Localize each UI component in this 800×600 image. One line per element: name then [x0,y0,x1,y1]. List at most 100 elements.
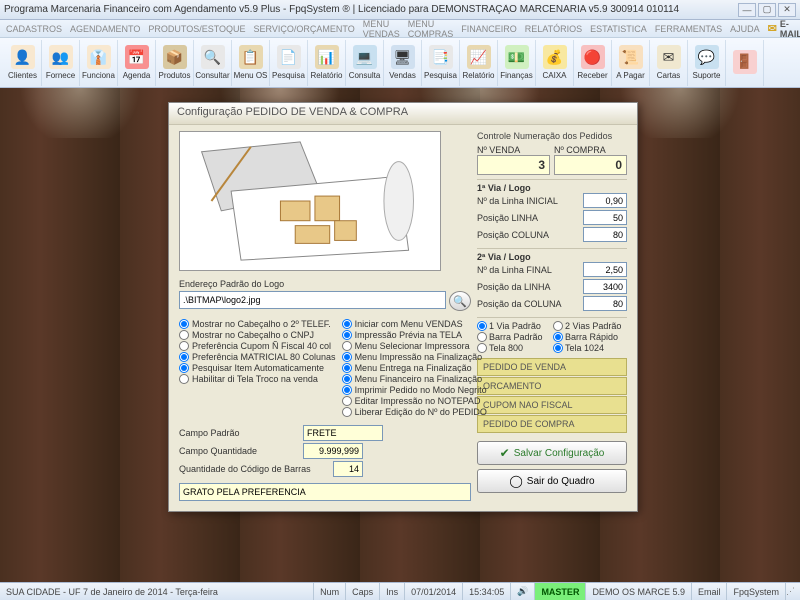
layout-radio[interactable]: Tela 800 [477,343,551,353]
config-dialog: Configuração PEDIDO DE VENDA & COMPRA Co… [168,102,638,512]
menu-item[interactable]: PRODUTOS/ESTOQUE [148,24,245,34]
menu-item[interactable]: FERRAMENTAS [655,24,722,34]
layout-radio[interactable]: Barra Rápido [553,332,627,342]
menu-item[interactable]: CADASTROS [6,24,62,34]
menu-item[interactable]: FINANCEIRO [461,24,517,34]
produtos-icon: 📦 [163,45,187,69]
toolbar-a pagar[interactable]: 📜A Pagar [612,40,650,86]
footer-text-input[interactable] [179,483,471,501]
clientes-icon: 👤 [11,45,35,69]
status-demo: DEMO OS MARCE 5.9 [586,583,692,600]
option-check[interactable]: Liberar Edição do Nº do PEDIDO [342,407,487,417]
toolbar-exit[interactable]: 🚪 [726,40,764,86]
option-check[interactable]: Mostrar no Cabeçalho o 2º TELEF. [179,319,336,329]
menu-item[interactable]: ESTATISTICA [590,24,647,34]
menu-item[interactable]: AJUDA [730,24,760,34]
option-check[interactable]: Preferência MATRICIAL 80 Colunas [179,352,336,362]
toolbar-relatório[interactable]: 📈Relatório [460,40,498,86]
layout-radio[interactable]: Tela 1024 [553,343,627,353]
via2-label: 2ª Via / Logo [477,252,627,262]
caixa-icon: 💰 [543,45,567,69]
menu-item[interactable]: RELATÓRIOS [525,24,582,34]
toolbar-produtos[interactable]: 📦Produtos [156,40,194,86]
campo-qtd-input[interactable] [303,443,363,459]
toolbar-finanças[interactable]: 💵Finanças [498,40,536,86]
toolbar-suporte[interactable]: 💬Suporte [688,40,726,86]
cartas-icon: ✉ [657,45,681,69]
option-check[interactable]: Menu Selecionar Impressora [342,341,487,351]
option-check[interactable]: Impressão Prévia na TELA [342,330,487,340]
via2-field: Nº da Linha FINAL [477,262,627,277]
doc-type-box[interactable]: ORCAMENTO [477,377,627,395]
agenda-icon: 📅 [125,45,149,69]
fornece-icon: 👥 [49,45,73,69]
toolbar-funciona[interactable]: 👔Funciona [80,40,118,86]
via2-input[interactable] [583,279,627,294]
toolbar-caixa[interactable]: 💰CAIXA [536,40,574,86]
layout-radio[interactable]: 1 Via Padrão [477,321,551,331]
toolbar-pesquisa[interactable]: 📄Pesquisa [270,40,308,86]
toolbar-clientes[interactable]: 👤Clientes [4,40,42,86]
minimize-button[interactable]: — [738,3,756,17]
dialog-title: Configuração PEDIDO DE VENDA & COMPRA [169,103,637,125]
status-fpq: FpqSystem [727,583,786,600]
close-button[interactable]: ✕ [778,3,796,17]
browse-logo-button[interactable]: 🔍 [449,291,471,311]
via2-input[interactable] [583,296,627,311]
menu-item[interactable]: SERVIÇO/ORÇAMENTO [254,24,355,34]
menu-item[interactable]: AGENDAMENTO [70,24,140,34]
doc-type-box[interactable]: CUPOM NAO FISCAL [477,396,627,414]
menu-item[interactable]: MENU VENDAS [363,19,400,39]
toolbar-relatório[interactable]: 📊Relatório [308,40,346,86]
layout-radio[interactable]: 2 Vias Padrão [553,321,627,331]
via1-input[interactable] [583,193,627,208]
layout-radio[interactable]: Barra Padrão [477,332,551,342]
via1-input[interactable] [583,210,627,225]
email-menu[interactable]: E-MAIL [768,19,800,39]
main-toolbar: 👤Clientes👥Fornece👔Funciona📅Agenda📦Produt… [0,38,800,88]
barcode-qty-input[interactable] [333,461,363,477]
option-check[interactable]: Iniciar com Menu VENDAS [342,319,487,329]
exit-button[interactable]: Sair do Quadro [477,469,627,493]
via1-field: Nº da Linha INICIAL [477,193,627,208]
menu-item[interactable]: MENU COMPRAS [408,19,454,39]
toolbar-menu os[interactable]: 📋Menu OS [232,40,270,86]
option-check[interactable]: Menu Impressão na Finalização [342,352,487,362]
exit-icon: 🚪 [733,50,757,74]
status-master: MASTER [535,583,586,600]
option-check[interactable]: Habilitar di Tela Troco na venda [179,374,336,384]
toolbar-consulta[interactable]: 💻Consulta [346,40,384,86]
option-check[interactable]: Mostrar no Cabeçalho o CNPJ [179,330,336,340]
doc-type-box[interactable]: PEDIDO DE VENDA [477,358,627,376]
status-city: SUA CIDADE - UF 7 de Janeiro de 2014 - T… [0,583,314,600]
toolbar-consultar[interactable]: 🔍Consultar [194,40,232,86]
maximize-button[interactable]: ▢ [758,3,776,17]
via2-input[interactable] [583,262,627,277]
relatório-icon: 📊 [315,45,339,69]
option-check[interactable]: Editar Impressão no NOTEPAD [342,396,487,406]
toolbar-agenda[interactable]: 📅Agenda [118,40,156,86]
toolbar-pesquisa[interactable]: 📑Pesquisa [422,40,460,86]
window-title: Programa Marcenaria Financeiro com Agend… [4,4,738,15]
toolbar-cartas[interactable]: ✉Cartas [650,40,688,86]
status-date: 07/01/2014 [405,583,463,600]
option-check[interactable]: Preferência Cupom Ñ Fiscal 40 col [179,341,336,351]
option-check[interactable]: Menu Financeiro na Finalização [342,374,487,384]
logo-path-input[interactable] [179,291,446,309]
toolbar-receber[interactable]: 🔴Receber [574,40,612,86]
titlebar: Programa Marcenaria Financeiro com Agend… [0,0,800,20]
option-check[interactable]: Menu Entrega na Finalização [342,363,487,373]
toolbar-fornece[interactable]: 👥Fornece [42,40,80,86]
venda-label: Nº VENDA [477,145,550,155]
toolbar-vendas[interactable]: 🖥Vendas [384,40,422,86]
doc-type-box[interactable]: PEDIDO DE COMPRA [477,415,627,433]
option-check[interactable]: Imprimir Pedido no Modo Negrito [342,385,487,395]
resize-grip[interactable]: ⋰ [786,586,800,597]
status-num: Num [314,583,346,600]
logo-path-label: Endereço Padrão do Logo [179,279,471,289]
option-check[interactable]: Pesquisar Item Automaticamente [179,363,336,373]
campo-padrao-input[interactable] [303,425,383,441]
barcode-label: Quantidade do Código de Barras [179,464,329,474]
save-config-button[interactable]: Salvar Configuração [477,441,627,465]
via1-input[interactable] [583,227,627,242]
